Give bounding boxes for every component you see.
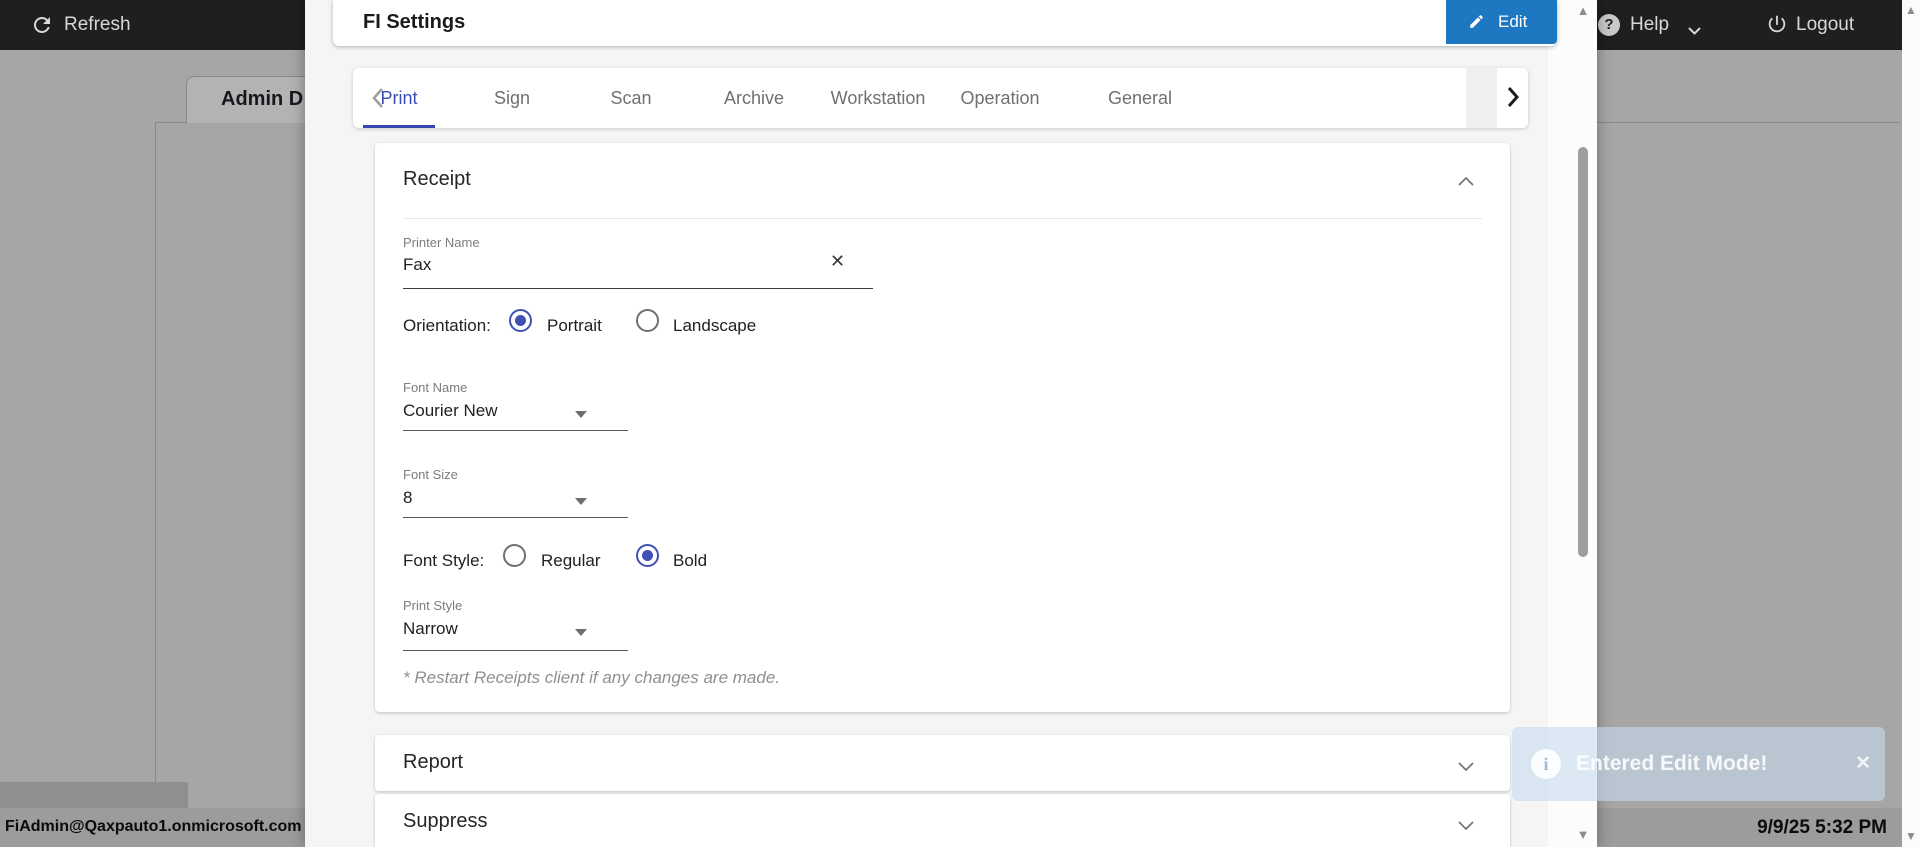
- font-style-regular-label[interactable]: Regular: [541, 551, 601, 571]
- print-style-select[interactable]: Narrow: [403, 619, 458, 639]
- toast-close-icon[interactable]: ✕: [1855, 727, 1871, 801]
- font-name-select[interactable]: Courier New: [403, 401, 497, 421]
- backdrop-panel-left-border: [155, 122, 156, 790]
- orientation-portrait-label[interactable]: Portrait: [547, 316, 602, 336]
- help-menu[interactable]: Help: [1630, 0, 1669, 50]
- tab-print[interactable]: Print: [380, 68, 417, 128]
- power-icon: [1766, 13, 1788, 40]
- section-divider: [403, 218, 1482, 219]
- dialog-scroll-up-icon[interactable]: ▲: [1571, 3, 1595, 18]
- font-style-label: Font Style:: [403, 551, 485, 570]
- receipt-section: Receipt Printer Name Fax ✕ Orientation: …: [375, 143, 1510, 712]
- printer-name-label: Printer Name: [403, 235, 480, 250]
- font-size-underline: [403, 517, 628, 518]
- receipt-section-title: Receipt: [403, 168, 471, 190]
- orientation-landscape-label[interactable]: Landscape: [673, 316, 756, 336]
- font-size-label: Font Size: [403, 467, 458, 482]
- suppress-section-title: Suppress: [403, 810, 488, 832]
- font-style-regular-radio[interactable]: [503, 544, 526, 567]
- refresh-icon: [30, 13, 54, 42]
- screen: Refresh ? Help Logout Admin D FiAdmin@Qa…: [0, 0, 1920, 847]
- suppress-section: Suppress: [375, 794, 1510, 847]
- tab-scan[interactable]: Scan: [610, 68, 651, 128]
- clear-printer-name-icon[interactable]: ✕: [830, 251, 845, 272]
- font-size-dropdown-icon[interactable]: [575, 498, 587, 505]
- dialog-title: FI Settings: [363, 11, 466, 33]
- print-style-dropdown-icon[interactable]: [575, 629, 587, 636]
- report-section-title: Report: [403, 751, 464, 773]
- tab-sign[interactable]: Sign: [494, 68, 530, 128]
- status-datetime: 9/9/25 5:32 PM: [1757, 817, 1887, 838]
- edit-button[interactable]: Edit: [1446, 0, 1557, 44]
- expand-suppress-icon[interactable]: [1458, 817, 1474, 835]
- font-name-underline: [403, 430, 628, 431]
- tab-general[interactable]: General: [1108, 68, 1172, 128]
- page-scroll-down-icon[interactable]: ▼: [1902, 829, 1920, 843]
- orientation-label: Orientation:: [403, 316, 491, 335]
- font-name-label: Font Name: [403, 380, 468, 395]
- font-name-dropdown-icon[interactable]: [575, 411, 587, 418]
- edit-button-label: Edit: [1498, 12, 1528, 31]
- dialog-scrollbar-track[interactable]: [1548, 0, 1597, 847]
- tab-operation[interactable]: Operation: [960, 68, 1039, 128]
- logout-button[interactable]: Logout: [1796, 0, 1854, 50]
- restart-note: * Restart Receipts client if any changes…: [403, 668, 781, 687]
- pencil-icon: [1470, 15, 1483, 28]
- tab-scroll-right-icon[interactable]: [1506, 86, 1520, 113]
- page-scroll-up-icon[interactable]: ▲: [1902, 3, 1920, 17]
- fi-settings-dialog: ▲ ▼ FI Settings Edit Print Sign Scan Arc…: [305, 0, 1597, 847]
- report-section: Report: [375, 735, 1510, 791]
- backdrop-footer-block: [0, 782, 188, 808]
- logged-in-user: FiAdmin@Qaxpauto1.onmicrosoft.com: [5, 818, 302, 835]
- refresh-button[interactable]: Refresh: [64, 0, 131, 50]
- dialog-scroll-down-icon[interactable]: ▼: [1571, 827, 1595, 842]
- collapse-receipt-icon[interactable]: [1458, 173, 1474, 191]
- font-style-bold-radio[interactable]: [636, 544, 659, 567]
- tab-bar-spacer: [1466, 68, 1497, 128]
- dialog-scrollbar-thumb[interactable]: [1578, 147, 1588, 557]
- orientation-landscape-radio[interactable]: [636, 309, 659, 332]
- chevron-down-icon: [1688, 22, 1701, 40]
- help-icon: ?: [1598, 14, 1620, 36]
- printer-name-underline: [403, 288, 873, 289]
- expand-report-icon[interactable]: [1458, 758, 1474, 776]
- font-style-bold-label[interactable]: Bold: [673, 551, 707, 571]
- font-size-select[interactable]: 8: [403, 488, 412, 508]
- info-icon: i: [1531, 749, 1561, 779]
- active-tab-indicator: [363, 125, 435, 128]
- dialog-header: FI Settings Edit: [333, 0, 1557, 46]
- toast-notification: i Entered Edit Mode! ✕: [1512, 727, 1885, 801]
- print-style-underline: [403, 650, 628, 651]
- print-style-label: Print Style: [403, 598, 463, 613]
- toast-message: Entered Edit Mode!: [1576, 752, 1768, 775]
- tab-workstation[interactable]: Workstation: [831, 68, 926, 128]
- printer-name-field[interactable]: Fax: [403, 255, 431, 275]
- settings-tab-bar: Print Sign Scan Archive Workstation Oper…: [353, 68, 1528, 128]
- orientation-portrait-radio[interactable]: [509, 309, 532, 332]
- tab-archive[interactable]: Archive: [724, 68, 784, 128]
- page-scrollbar[interactable]: ▲ ▼: [1902, 0, 1920, 847]
